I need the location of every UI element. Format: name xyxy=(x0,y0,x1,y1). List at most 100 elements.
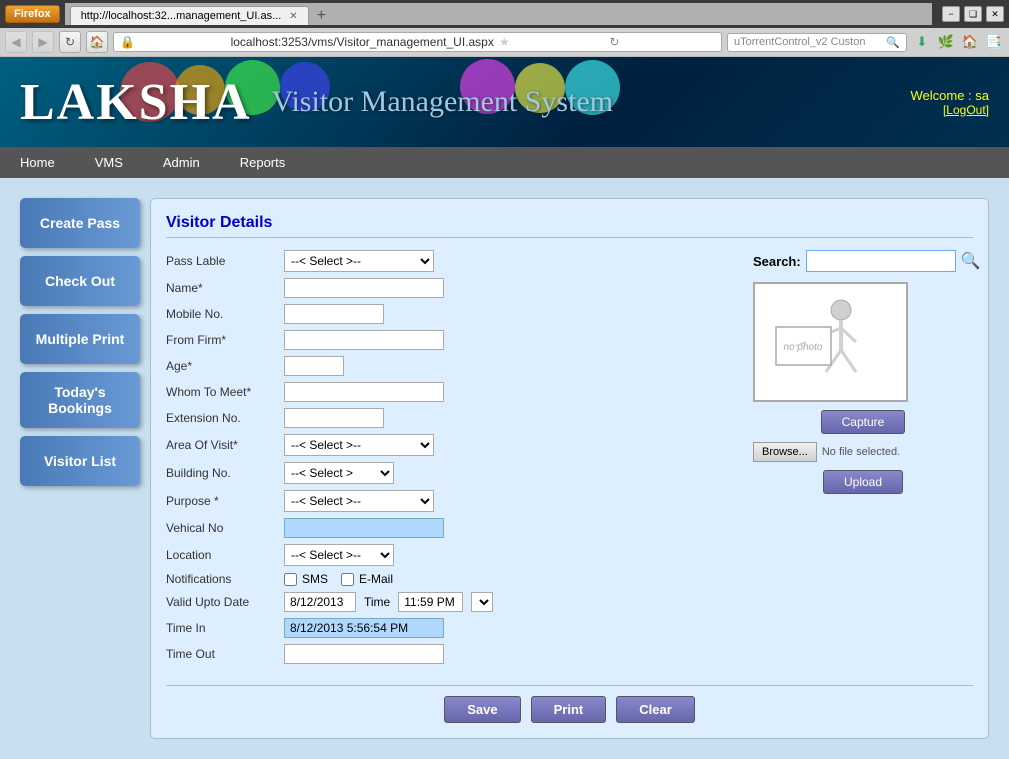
leaf-icon[interactable]: 🌿 xyxy=(936,32,956,52)
create-pass-button[interactable]: Create Pass xyxy=(20,198,140,248)
purpose-label: Purpose * xyxy=(166,494,276,508)
time-out-label: Time Out xyxy=(166,647,276,661)
name-input[interactable] xyxy=(284,278,444,298)
refresh-button[interactable]: ↻ xyxy=(59,31,81,53)
star-icon: ★ xyxy=(499,35,605,49)
location-row: Location --< Select >-- xyxy=(166,544,733,566)
valid-upto-row: Valid Upto Date Time ▼ xyxy=(166,592,733,612)
multiple-print-button[interactable]: Multiple Print xyxy=(20,314,140,364)
nav-bar: ◀ ▶ ↻ 🏠 🔒 localhost:3253/vms/Visitor_man… xyxy=(0,28,1009,57)
nav-vms[interactable]: VMS xyxy=(75,147,143,178)
search-area: Search: 🔍 xyxy=(753,250,973,272)
browser-search-box[interactable]: uTorrentControl_v2 Custon 🔍 xyxy=(727,33,907,52)
building-no-label: Building No. xyxy=(166,466,276,480)
whom-to-meet-row: Whom To Meet* xyxy=(166,382,733,402)
area-of-visit-label: Area Of Visit* xyxy=(166,438,276,452)
valid-time-input[interactable] xyxy=(398,592,463,612)
extension-input[interactable] xyxy=(284,408,384,428)
name-label: Name* xyxy=(166,281,276,295)
file-row: Browse... No file selected. xyxy=(753,442,973,462)
header-user: Welcome : sa [LogOut] xyxy=(910,88,989,117)
address-text: localhost:3253/vms/Visitor_management_UI… xyxy=(231,35,494,49)
age-row: Age* xyxy=(166,356,733,376)
title-bar: Firefox http://localhost:32...management… xyxy=(0,0,1009,28)
time-in-label: Time In xyxy=(166,621,276,635)
time-in-input[interactable] xyxy=(284,618,444,638)
app-title-left: LAKSHA xyxy=(20,73,252,132)
extension-row: Extension No. xyxy=(166,408,733,428)
email-checkbox[interactable] xyxy=(341,573,354,586)
pass-label-label: Pass Lable xyxy=(166,254,276,268)
visitor-details-panel: Visitor Details Pass Lable --< Select >-… xyxy=(150,198,989,739)
search-button[interactable]: 🔍 xyxy=(961,251,981,271)
back-button[interactable]: ◀ xyxy=(5,31,27,53)
mobile-label: Mobile No. xyxy=(166,307,276,321)
bookmark-icon[interactable]: 📑 xyxy=(984,32,1004,52)
lock-icon: 🔒 xyxy=(120,35,226,49)
location-select[interactable]: --< Select >-- xyxy=(284,544,394,566)
ampm-select[interactable]: ▼ xyxy=(471,592,493,612)
valid-datetime: Time ▼ xyxy=(284,592,493,612)
close-button[interactable]: ✕ xyxy=(986,6,1004,22)
home-nav-icon[interactable]: 🏠 xyxy=(960,32,980,52)
area-of-visit-row: Area Of Visit* --< Select >-- xyxy=(166,434,733,456)
age-input[interactable] xyxy=(284,356,344,376)
logout-link[interactable]: [LogOut] xyxy=(910,103,989,117)
form-left: Pass Lable --< Select >-- Name* Mobile N… xyxy=(166,250,733,670)
print-button[interactable]: Print xyxy=(531,696,607,723)
save-button[interactable]: Save xyxy=(444,696,520,723)
app-header: LAKSHA Visitor Management System Welcome… xyxy=(0,57,1009,147)
upload-button[interactable]: Upload xyxy=(823,470,903,494)
time-out-input[interactable] xyxy=(284,644,444,664)
clear-button[interactable]: Clear xyxy=(616,696,695,723)
building-no-row: Building No. --< Select > xyxy=(166,462,733,484)
purpose-row: Purpose * --< Select >-- xyxy=(166,490,733,512)
location-label: Location xyxy=(166,548,276,562)
nav-reports[interactable]: Reports xyxy=(220,147,306,178)
check-out-button[interactable]: Check Out xyxy=(20,256,140,306)
photo-box: no photo xyxy=(753,282,908,402)
form-right: Search: 🔍 xyxy=(753,250,973,670)
extension-label: Extension No. xyxy=(166,411,276,425)
nav-home[interactable]: Home xyxy=(0,147,75,178)
capture-button[interactable]: Capture xyxy=(821,410,906,434)
refresh-small-icon: ↻ xyxy=(609,35,715,49)
browse-button[interactable]: Browse... xyxy=(753,442,817,462)
welcome-text: Welcome : sa xyxy=(910,88,989,103)
todays-bookings-button[interactable]: Today's Bookings xyxy=(20,372,140,428)
purpose-select[interactable]: --< Select >-- xyxy=(284,490,434,512)
visitor-list-button[interactable]: Visitor List xyxy=(20,436,140,486)
no-file-text: No file selected. xyxy=(822,446,900,458)
search-nav-text: uTorrentControl_v2 Custon xyxy=(734,36,886,48)
firefox-button[interactable]: Firefox xyxy=(5,5,60,23)
address-bar[interactable]: 🔒 localhost:3253/vms/Visitor_management_… xyxy=(113,32,722,52)
tab-close-icon[interactable]: ✕ xyxy=(289,11,297,22)
time-out-row: Time Out xyxy=(166,644,733,664)
notifications-options: SMS E-Mail xyxy=(284,572,393,586)
sidebar: Create Pass Check Out Multiple Print Tod… xyxy=(20,198,140,739)
nav-admin[interactable]: Admin xyxy=(143,147,220,178)
pass-label-select[interactable]: --< Select >-- xyxy=(284,250,434,272)
mobile-row: Mobile No. xyxy=(166,304,733,324)
time-label: Time xyxy=(364,595,390,609)
forward-button[interactable]: ▶ xyxy=(32,31,54,53)
no-photo-image: no photo xyxy=(766,292,896,392)
new-tab-button[interactable]: + xyxy=(312,6,331,25)
tab-bar: http://localhost:32...management_UI.as..… xyxy=(65,3,932,25)
building-no-select[interactable]: --< Select > xyxy=(284,462,394,484)
download-icon[interactable]: ⬇ xyxy=(912,32,932,52)
vehical-no-input[interactable] xyxy=(284,518,444,538)
minimize-button[interactable]: − xyxy=(942,6,960,22)
area-of-visit-select[interactable]: --< Select >-- xyxy=(284,434,434,456)
home-button[interactable]: 🏠 xyxy=(86,31,108,53)
sms-checkbox[interactable] xyxy=(284,573,297,586)
mobile-input[interactable] xyxy=(284,304,384,324)
restore-button[interactable]: ❑ xyxy=(964,6,982,22)
search-input[interactable] xyxy=(806,250,956,272)
form-layout: Pass Lable --< Select >-- Name* Mobile N… xyxy=(166,250,973,670)
search-nav-icon: 🔍 xyxy=(886,36,900,49)
whom-to-meet-input[interactable] xyxy=(284,382,444,402)
valid-date-input[interactable] xyxy=(284,592,356,612)
active-tab[interactable]: http://localhost:32...management_UI.as..… xyxy=(70,6,309,25)
from-firm-input[interactable] xyxy=(284,330,444,350)
